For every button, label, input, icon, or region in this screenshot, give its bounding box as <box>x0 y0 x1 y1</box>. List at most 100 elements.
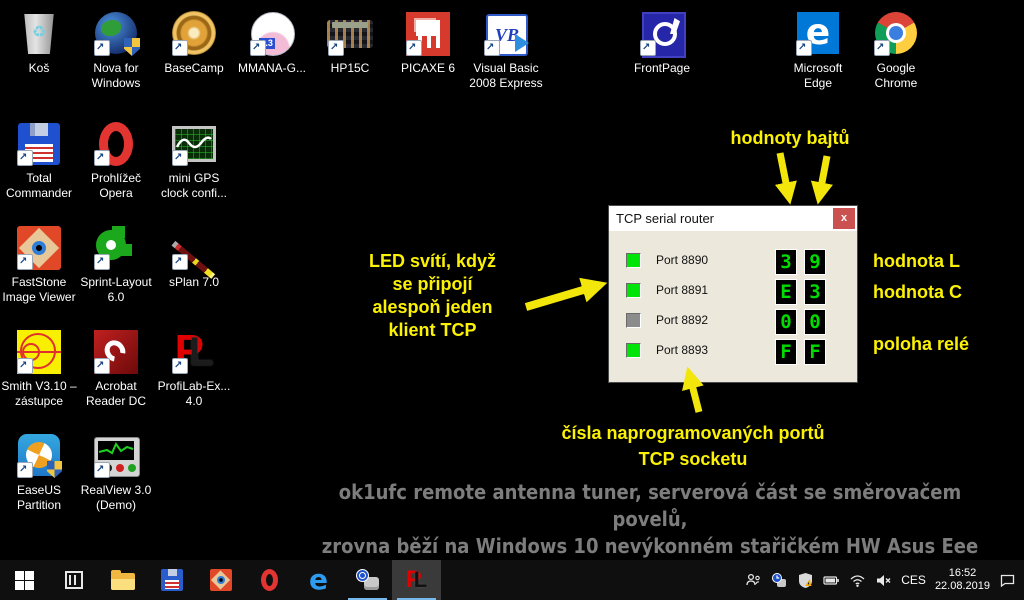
calculator-icon <box>326 10 374 58</box>
floppy-disk-icon <box>161 569 183 591</box>
desktop-icon-realview[interactable]: RealView 3.0 (Demo) <box>77 432 155 513</box>
desktop-icon-label: BaseCamp <box>155 61 233 76</box>
profilab-l: L <box>189 330 213 374</box>
shortcut-arrow-icon <box>172 358 188 374</box>
port-label: Port 8890 <box>656 253 708 267</box>
serial-router-tray-icon[interactable] <box>771 572 788 589</box>
taskbar: e PL <box>0 560 1024 600</box>
shortcut-arrow-icon <box>17 150 33 166</box>
digit-display-l: 3 <box>775 249 797 275</box>
desktop-icon-picaxe[interactable]: PICAXE 6 <box>389 10 467 76</box>
pencil-icon <box>170 224 218 272</box>
serial-router-icon <box>356 568 380 592</box>
profilab-button[interactable]: PL <box>392 560 441 600</box>
scope-trace <box>98 441 134 460</box>
eye-icon <box>210 569 232 591</box>
easeus-icon <box>15 432 63 480</box>
language-indicator[interactable]: CES <box>901 573 926 587</box>
annotation-value-l: hodnota L <box>873 250 960 273</box>
desktop-icon-label: Total Commander <box>0 171 78 201</box>
desktop-icon-profilab[interactable]: PL ProfiLab-Ex... 4.0 <box>155 328 233 409</box>
start-button[interactable] <box>0 560 49 600</box>
arrow-to-right-digit-column <box>819 156 827 198</box>
opera-button[interactable] <box>245 560 294 600</box>
people-icon[interactable] <box>745 572 762 589</box>
profilab-icon: PL <box>170 328 218 376</box>
action-center-icon[interactable] <box>999 572 1016 589</box>
sprint-layout-icon <box>92 224 140 272</box>
desktop-icon-nova-for-windows[interactable]: Nova for Windows <box>77 10 155 91</box>
faststone-button[interactable] <box>196 560 245 600</box>
desktop-icon-label: FastStone Image Viewer <box>0 275 78 305</box>
annotation-line: TCP socketu <box>540 446 846 472</box>
desktop-icon-mmana[interactable]: v.3 MMANA-G... <box>233 10 311 76</box>
shortcut-arrow-icon <box>17 462 33 478</box>
digit-display-r: 3 <box>804 279 826 305</box>
system-tray: CES 16:52 22.08.2019 <box>745 560 1024 600</box>
desktop-icon-label: Nova for Windows <box>77 61 155 91</box>
desktop-icon-google-chrome[interactable]: Google Chrome <box>857 10 935 91</box>
desktop-icon-total-commander[interactable]: Total Commander <box>0 120 78 201</box>
annotation-line: se připojí <box>350 273 515 296</box>
desktop-icon-label: Visual Basic 2008 Express <box>467 61 545 91</box>
desktop-icon-label: EaseUS Partition <box>0 483 78 513</box>
chip-icon <box>404 10 452 58</box>
task-view-icon <box>65 571 83 589</box>
battery-icon[interactable] <box>823 572 840 589</box>
shortcut-arrow-icon <box>94 358 110 374</box>
annotation-led-explains: LED svítí, když se připojí alespoň jeden… <box>350 250 515 342</box>
defender-shield-icon[interactable] <box>797 572 814 589</box>
desktop: ♻ Koš Nova for Windows BaseCamp v.3 MMAN… <box>0 0 1024 600</box>
globe-icon <box>92 10 140 58</box>
led-indicator-off <box>626 313 641 328</box>
port-label: Port 8893 <box>656 343 708 357</box>
opera-icon <box>261 569 278 591</box>
desktop-icon-label: MMANA-G... <box>233 61 311 76</box>
shortcut-arrow-icon <box>484 40 500 56</box>
desktop-icon-mini-gps-clock[interactable]: mini GPS clock confi... <box>155 120 233 201</box>
shortcut-arrow-icon <box>17 358 33 374</box>
file-explorer-button[interactable] <box>98 560 147 600</box>
desktop-icon-label: PICAXE 6 <box>389 61 467 76</box>
edge-icon: e <box>309 566 328 594</box>
annotation-line: alespoň jeden <box>350 296 515 319</box>
edge-button[interactable]: e <box>294 560 343 600</box>
tray-date: 22.08.2019 <box>935 580 990 593</box>
desktop-icon-acrobat[interactable]: Acrobat Reader DC <box>77 328 155 409</box>
desktop-icon-faststone[interactable]: FastStone Image Viewer <box>0 224 78 305</box>
shortcut-arrow-icon <box>640 40 656 56</box>
digit-display-l: 0 <box>775 309 797 335</box>
task-view-button[interactable] <box>49 560 98 600</box>
speaker-muted-icon[interactable] <box>875 572 892 589</box>
taskbar-clock[interactable]: 16:52 22.08.2019 <box>935 567 990 593</box>
desktop-icon-sprint-layout[interactable]: Sprint-Layout 6.0 <box>77 224 155 305</box>
desktop-icon-opera[interactable]: Prohlížeč Opera <box>77 120 155 201</box>
desktop-icon-recycle-bin[interactable]: ♻ Koš <box>0 10 78 76</box>
total-commander-button[interactable] <box>147 560 196 600</box>
desktop-icon-label: Prohlížeč Opera <box>77 171 155 201</box>
wifi-icon[interactable] <box>849 572 866 589</box>
digit-display-r: F <box>804 339 826 365</box>
desktop-icon-microsoft-edge[interactable]: e Microsoft Edge <box>779 10 857 91</box>
desktop-icon-hp15c[interactable]: HP15C <box>311 10 389 76</box>
port-row: Port 8891 E 3 <box>609 279 857 309</box>
arrow-to-left-digit-column <box>780 153 789 198</box>
desktop-icon-basecamp[interactable]: BaseCamp <box>155 10 233 76</box>
desktop-icon-smith[interactable]: Smith V3.10 – zástupce <box>0 328 78 409</box>
shortcut-arrow-icon <box>94 40 110 56</box>
shortcut-arrow-icon <box>94 254 110 270</box>
desktop-icon-label: Smith V3.10 – zástupce <box>0 379 78 409</box>
desktop-icon-easeus[interactable]: EaseUS Partition <box>0 432 78 513</box>
desktop-icon-splan[interactable]: sPlan 7.0 <box>155 224 233 290</box>
tcp-serial-router-button[interactable] <box>343 560 392 600</box>
port-label: Port 8892 <box>656 313 708 327</box>
desktop-icon-frontpage[interactable]: FrontPage <box>623 10 701 76</box>
led-indicator <box>626 343 641 358</box>
shortcut-arrow-icon <box>172 150 188 166</box>
annotation-line: klient TCP <box>350 319 515 342</box>
desktop-icon-label: RealView 3.0 (Demo) <box>77 483 155 513</box>
close-button[interactable]: x <box>833 208 855 229</box>
window-titlebar[interactable]: TCP serial router x <box>609 206 857 231</box>
annotation-line: čísla naprogramovaných portů <box>540 420 846 446</box>
desktop-icon-visual-basic[interactable]: VB Visual Basic 2008 Express <box>467 10 545 91</box>
